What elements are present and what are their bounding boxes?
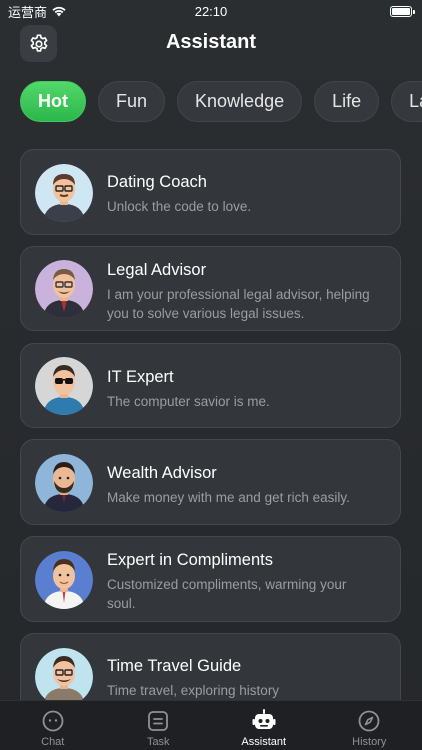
card-title: Legal Advisor — [107, 261, 207, 279]
bottom-tab-bar: Chat Task Assistant History — [0, 700, 422, 750]
tabbar-label: Task — [146, 736, 170, 748]
wifi-icon — [52, 6, 66, 17]
assistant-card-legal-advisor[interactable]: Legal Advisor I am your professional leg… — [20, 246, 401, 331]
card-title: Time Travel Guide — [107, 657, 242, 675]
tabbar-item-assistant[interactable]: Assistant — [211, 701, 317, 750]
card-description: I am your professional legal advisor, he… — [107, 287, 370, 321]
category-tabs: Hot Fun Knowledge Life La — [20, 81, 422, 122]
tab-life[interactable]: Life — [314, 81, 380, 122]
task-icon — [145, 708, 171, 734]
card-text: IT Expert The computer savior is me. — [107, 367, 386, 411]
tabbar-item-task[interactable]: Task — [106, 701, 212, 750]
tab-knowledge[interactable]: Knowledge — [177, 81, 303, 122]
card-description: Time travel, exploring history — [107, 683, 280, 698]
header: Assistant — [0, 22, 422, 66]
battery-icon — [390, 5, 415, 17]
assistant-card-wealth-advisor[interactable]: Wealth Advisor Make money with me and ge… — [20, 439, 401, 525]
compass-icon — [356, 708, 382, 734]
page-title: Assistant — [165, 31, 257, 53]
avatar-wealth-advisor — [35, 454, 93, 512]
avatar-legal-advisor — [35, 260, 93, 318]
tab-fun[interactable]: Fun — [98, 81, 166, 122]
card-description: The computer savior is me. — [107, 394, 270, 409]
avatar-expert-in-compliments — [35, 551, 93, 609]
tabbar-label: History — [352, 736, 387, 748]
card-text: Time Travel Guide Time travel, exploring… — [107, 656, 386, 700]
card-title: Expert in Compliments — [107, 551, 273, 569]
status-bar: 运营商 22:10 — [0, 0, 422, 22]
card-description: Customized compliments, warming your sou… — [107, 577, 347, 611]
card-text: Wealth Advisor Make money with me and ge… — [107, 463, 386, 507]
chat-icon — [40, 708, 66, 734]
card-description: Make money with me and get rich easily. — [107, 490, 350, 505]
tabbar-label: Assistant — [241, 736, 287, 748]
tab-la[interactable]: La — [391, 81, 422, 122]
avatar-time-travel-guide — [35, 648, 93, 706]
card-title: Dating Coach — [107, 173, 207, 191]
card-text: Expert in Compliments Customized complim… — [107, 550, 386, 613]
avatar-it-expert — [35, 357, 93, 415]
card-text: Dating Coach Unlock the code to love. — [107, 172, 386, 216]
tabbar-label: Chat — [41, 736, 65, 748]
carrier-label: 运营商 — [8, 4, 48, 20]
robot-icon — [251, 708, 277, 734]
avatar-dating-coach — [35, 164, 93, 222]
tabbar-item-history[interactable]: History — [317, 701, 422, 750]
status-left: 运营商 — [8, 2, 67, 21]
card-title: Wealth Advisor — [107, 464, 217, 482]
assistant-card-dating-coach[interactable]: Dating Coach Unlock the code to love. — [20, 149, 401, 235]
card-description: Unlock the code to love. — [107, 199, 252, 214]
tabbar-item-chat[interactable]: Chat — [0, 701, 106, 750]
tab-hot[interactable]: Hot — [20, 81, 86, 122]
assistant-card-expert-in-compliments[interactable]: Expert in Compliments Customized complim… — [20, 536, 401, 622]
assistant-card-it-expert[interactable]: IT Expert The computer savior is me. — [20, 343, 401, 428]
card-text: Legal Advisor I am your professional leg… — [107, 260, 386, 323]
card-title: IT Expert — [107, 368, 174, 386]
